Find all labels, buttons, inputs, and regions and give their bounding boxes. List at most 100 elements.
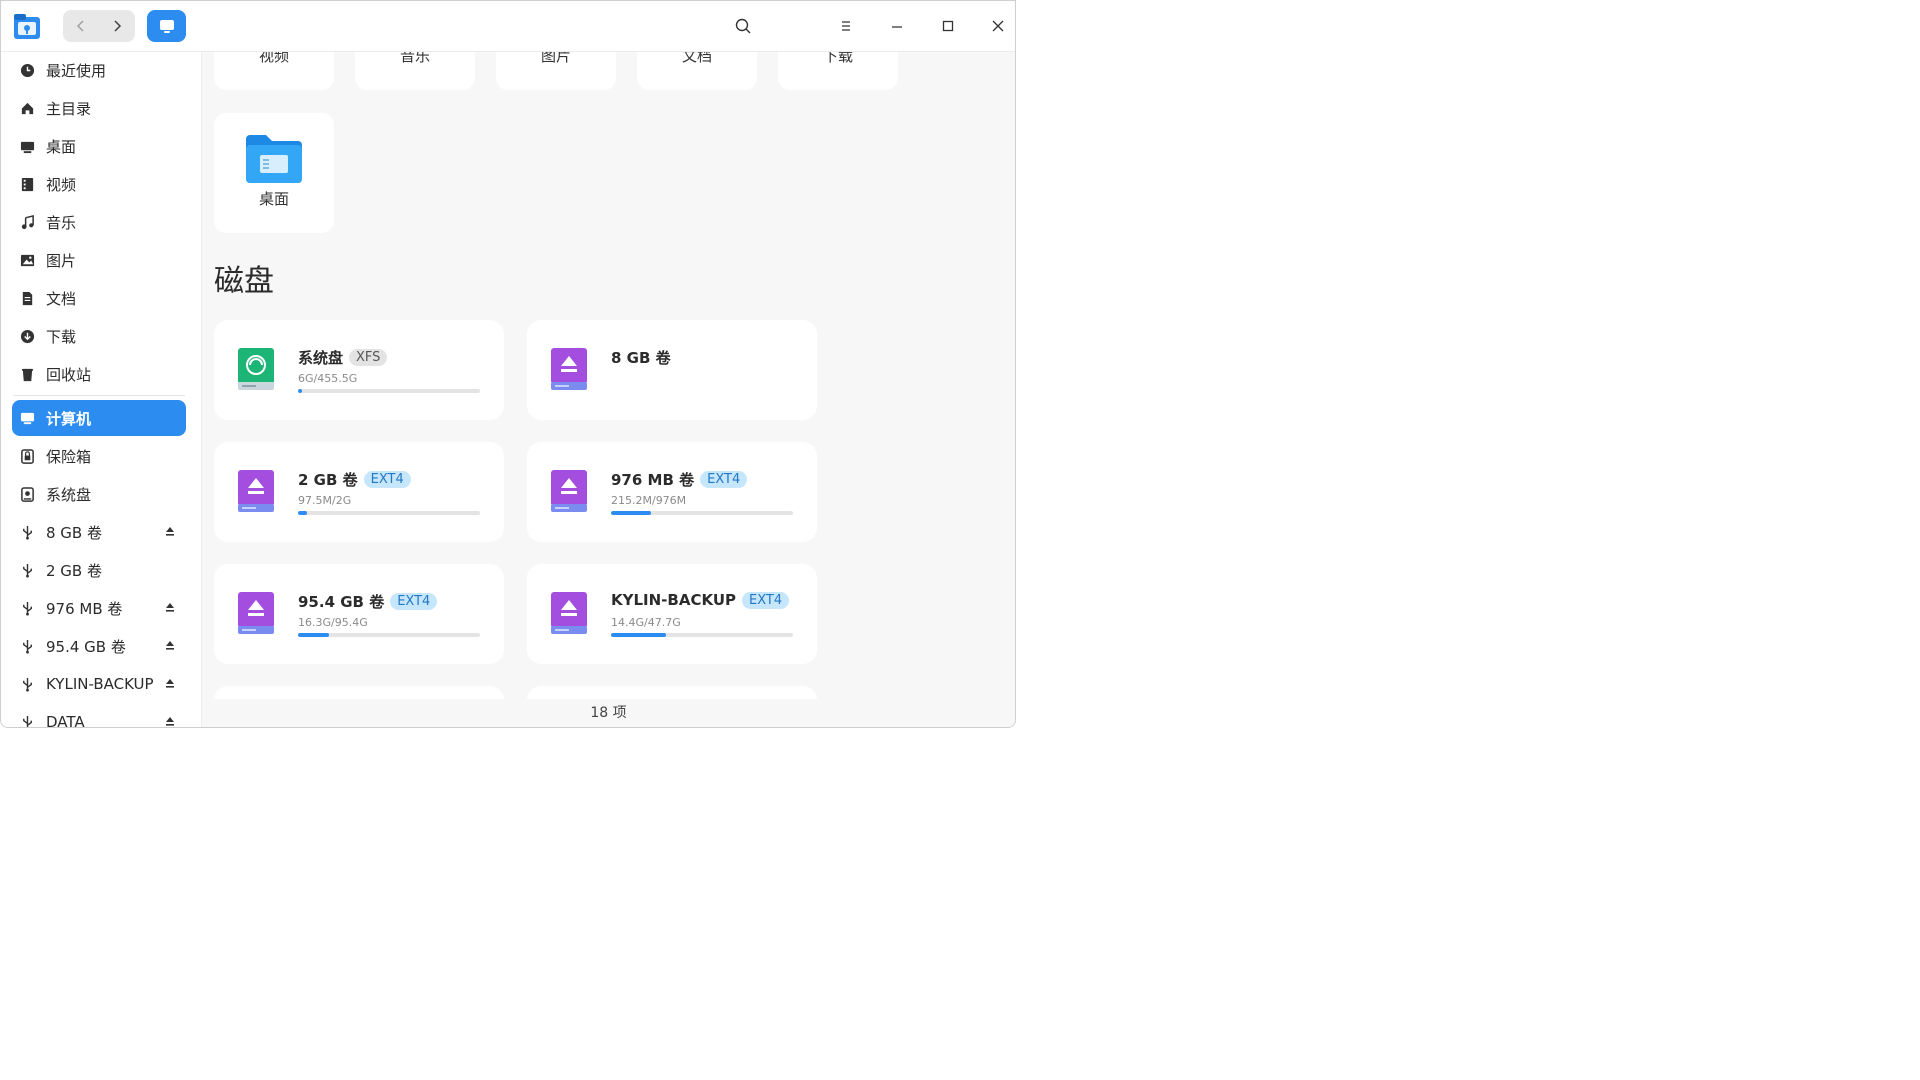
computer-icon (18, 409, 36, 427)
sidebar-item-home[interactable]: 主目录 (12, 90, 186, 126)
sidebar-item-label: 回收站 (46, 365, 92, 384)
close-button[interactable] (986, 14, 1010, 38)
minimize-button[interactable] (885, 14, 909, 38)
disk-usage-text: 6G/455.5G (298, 372, 358, 385)
folder-tile-label: 下载 (822, 52, 853, 65)
filesystem-badge: EXT4 (700, 471, 748, 488)
film-icon (18, 175, 36, 193)
disk-card-system[interactable]: 系统盘 XFS 6G/455.5G (214, 320, 504, 420)
usb-icon (18, 561, 36, 579)
folder-tile-music[interactable]: 音乐 (355, 52, 475, 90)
sidebar-item-976mb-volume[interactable]: 976 MB 卷 (12, 590, 186, 626)
sidebar-item-downloads[interactable]: 下载 (12, 318, 186, 354)
sidebar-divider (13, 395, 185, 396)
usb-icon (18, 599, 36, 617)
folder-tile-label: 视频 (258, 52, 289, 65)
disk-usage-text: 215.2M/976M (611, 494, 687, 507)
removable-disk-icon (551, 470, 587, 512)
removable-disk-icon (238, 592, 274, 634)
maximize-button[interactable] (936, 14, 960, 38)
disk-card-2gb[interactable]: 2 GB 卷 EXT4 97.5M/2G (214, 442, 504, 542)
disk-icon (18, 485, 36, 503)
sidebar-item-desktop[interactable]: 桌面 (12, 128, 186, 164)
disk-name: 95.4 GB 卷 EXT4 (298, 591, 438, 612)
file-manager-window: 最近使用 主目录 桌面 视频 音乐 图片 文档 下载 回收站 计算机 保险箱 系… (0, 0, 1016, 728)
disk-usage-text: 16.3G/95.4G (298, 616, 368, 629)
sidebar-item-vault[interactable]: 保险箱 (12, 438, 186, 474)
sidebar-item-label: 视频 (46, 175, 77, 194)
sidebar-item-documents[interactable]: 文档 (12, 280, 186, 316)
title-bar (1, 1, 1015, 52)
item-count: 18 项 (590, 705, 627, 721)
sidebar-item-label: 2 GB 卷 (46, 561, 102, 580)
sidebar-item-label: 文档 (46, 289, 77, 308)
sidebar-item-computer[interactable]: 计算机 (12, 400, 186, 436)
sidebar-item-pictures[interactable]: 图片 (12, 242, 186, 278)
sidebar-item-95gb-volume[interactable]: 95.4 GB 卷 (12, 628, 186, 664)
disk-card-976mb[interactable]: 976 MB 卷 EXT4 215.2M/976M (527, 442, 817, 542)
disks-section-title: 磁盘 (214, 264, 274, 299)
filesystem-badge: EXT4 (390, 593, 438, 610)
folder-tile-pictures[interactable]: 图片 (496, 52, 616, 90)
sidebar-item-label: 8 GB 卷 (46, 523, 102, 542)
disk-name: KYLIN-BACKUP EXT4 (611, 591, 790, 609)
sidebar-item-label: 最近使用 (46, 61, 107, 80)
folder-tile-desktop[interactable]: 桌面 (214, 113, 334, 233)
sidebar-item-label: 下载 (46, 327, 77, 346)
document-icon (18, 289, 36, 307)
eject-icon[interactable] (164, 677, 176, 689)
trash-icon (18, 365, 36, 383)
menu-button[interactable] (834, 14, 858, 38)
sidebar-item-system-disk[interactable]: 系统盘 (12, 476, 186, 512)
chevron-left-icon (76, 20, 84, 32)
disk-name: 976 MB 卷 EXT4 (611, 469, 748, 490)
minimize-icon (892, 26, 902, 28)
disk-card-95gb[interactable]: 95.4 GB 卷 EXT4 16.3G/95.4G (214, 564, 504, 664)
forward-button[interactable] (99, 10, 135, 42)
disk-name: 系统盘 XFS (298, 347, 388, 368)
eject-icon[interactable] (164, 525, 176, 537)
folder-tile-label: 桌面 (258, 190, 289, 208)
sidebar-item-label: 桌面 (46, 137, 77, 156)
sidebar-item-data[interactable]: DATA (12, 704, 186, 727)
folder-tile-downloads[interactable]: 下载 (778, 52, 898, 90)
sidebar-item-2gb-volume[interactable]: 2 GB 卷 (12, 552, 186, 588)
search-button[interactable] (731, 14, 755, 38)
sidebar-item-label: 计算机 (46, 409, 92, 428)
disk-card-kylin-backup[interactable]: KYLIN-BACKUP EXT4 14.4G/47.7G (527, 564, 817, 664)
disk-name: 2 GB 卷 EXT4 (298, 469, 411, 490)
eject-icon[interactable] (164, 601, 176, 613)
back-button[interactable] (63, 10, 99, 42)
sidebar-item-label: 图片 (46, 251, 77, 270)
filesystem-badge: XFS (349, 349, 388, 366)
sidebar-item-recent[interactable]: 最近使用 (12, 52, 186, 88)
sidebar-item-music[interactable]: 音乐 (12, 204, 186, 240)
music-icon (18, 213, 36, 231)
sidebar-item-label: KYLIN-BACKUP (46, 675, 154, 693)
sidebar-item-label: 主目录 (46, 99, 92, 118)
disk-usage-bar (298, 511, 480, 515)
disk-usage-text: 97.5M/2G (298, 494, 352, 507)
home-icon (18, 99, 36, 117)
disk-card-8gb[interactable]: 8 GB 卷 (527, 320, 817, 420)
folder-tile-documents[interactable]: 文档 (637, 52, 757, 90)
sidebar-item-videos[interactable]: 视频 (12, 166, 186, 202)
removable-disk-icon (551, 592, 587, 634)
system-disk-icon (238, 348, 274, 390)
eject-icon[interactable] (164, 715, 176, 727)
sidebar-item-label: 976 MB 卷 (46, 599, 123, 618)
sidebar-item-kylin-backup[interactable]: KYLIN-BACKUP (12, 666, 186, 702)
folder-tile-label: 图片 (540, 52, 571, 65)
status-bar: 18 项 (202, 699, 1015, 727)
search-icon (735, 18, 751, 34)
disk-usage-text: 14.4G/47.7G (611, 616, 681, 629)
maximize-icon (942, 20, 954, 32)
sidebar-item-8gb-volume[interactable]: 8 GB 卷 (12, 514, 186, 550)
disk-usage-bar (298, 389, 480, 393)
main-content: 视频 音乐 图片 文档 下载 桌面 磁盘 系统盘 XFS 6G/455.5G 8… (202, 52, 1015, 727)
breadcrumb-computer-button[interactable] (147, 10, 186, 42)
eject-icon[interactable] (164, 639, 176, 651)
folder-tile-videos[interactable]: 视频 (214, 52, 334, 90)
sidebar-item-trash[interactable]: 回收站 (12, 356, 186, 392)
sidebar: 最近使用 主目录 桌面 视频 音乐 图片 文档 下载 回收站 计算机 保险箱 系… (1, 52, 202, 727)
